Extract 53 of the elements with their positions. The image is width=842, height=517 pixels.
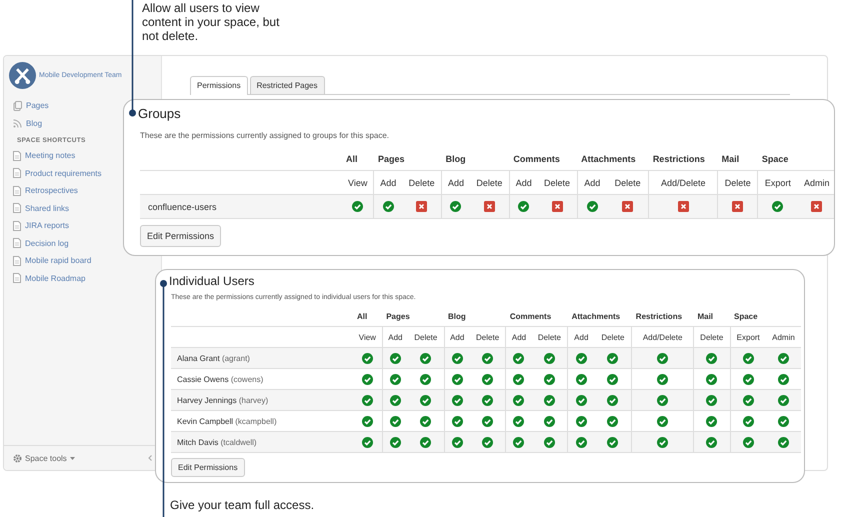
- edit-permissions-button[interactable]: Edit Permissions: [171, 458, 245, 477]
- shortcut-link[interactable]: Mobile Roadmap: [25, 274, 86, 283]
- column-group-header: Blog: [448, 312, 466, 320]
- space-tools-menu[interactable]: Space tools: [25, 454, 67, 462]
- row-name: confluence-users: [140, 194, 342, 218]
- sidebar-link[interactable]: Blog: [26, 118, 42, 128]
- tab[interactable]: Permissions: [190, 76, 248, 95]
- space-logo-icon[interactable]: [9, 62, 36, 89]
- column-group-header: All: [346, 154, 358, 164]
- shortcut-link[interactable]: Retrospectives: [25, 186, 78, 196]
- shortcut-link[interactable]: Mobile rapid board: [25, 256, 92, 266]
- document-icon: [13, 238, 21, 248]
- column-group-header: Attachments: [581, 154, 636, 164]
- section-title: Individual Users: [169, 274, 256, 288]
- document-icon: [13, 220, 21, 231]
- shortcut-link[interactable]: Decision log: [25, 238, 69, 248]
- row-name: Harvey Jennings (harvey): [171, 390, 353, 410]
- document-icon: [13, 186, 21, 196]
- shortcut-link[interactable]: JIRA reports: [25, 221, 70, 230]
- row-name: Mitch Davis (tcaldwell): [171, 432, 353, 452]
- rss-icon: [13, 118, 22, 128]
- section-description: These are the permissions currently assigned to groups for this space.: [140, 131, 390, 140]
- column-group-header: All: [357, 312, 368, 320]
- column-group-header: Attachments: [572, 312, 620, 320]
- sidebar-link[interactable]: Pages: [26, 101, 49, 110]
- caret-icon: [70, 456, 75, 460]
- edit-permissions-button[interactable]: Edit Permissions: [140, 225, 222, 247]
- document-icon: [13, 273, 21, 284]
- column-group-header: Space: [734, 312, 758, 320]
- column-group-header: Restrictions: [652, 154, 705, 164]
- column-group-header: Pages: [386, 312, 410, 320]
- shortcut-link[interactable]: Meeting notes: [25, 151, 76, 160]
- column-group-header: Comments: [510, 312, 552, 320]
- document-icon: [13, 256, 21, 266]
- document-icon: [13, 150, 21, 161]
- row-name: Alana Grant (agrant): [171, 348, 353, 368]
- section-title: Groups: [138, 106, 182, 121]
- column-group-header: Blog: [446, 154, 466, 164]
- column-group-header: Mail: [697, 312, 714, 320]
- column-group-header: Mail: [722, 154, 740, 164]
- document-icon: [13, 203, 21, 214]
- page-icon: [13, 100, 22, 111]
- gear-icon: [13, 454, 22, 462]
- shortcut-link[interactable]: Product requirements: [25, 168, 102, 178]
- column-group-header: Comments: [513, 154, 560, 164]
- annotation-text: Allow all users to view content in your space, but not delete.: [142, 1, 280, 43]
- document-icon: [13, 168, 21, 178]
- column-group-header: Space: [762, 154, 788, 164]
- column-group-header: Pages: [378, 154, 404, 164]
- shortcut-link[interactable]: Shared links: [25, 204, 70, 213]
- annotation-text: Give your team full access.: [170, 498, 314, 512]
- tab[interactable]: Restricted Pages: [250, 76, 324, 94]
- column-group-header: Restrictions: [636, 312, 682, 320]
